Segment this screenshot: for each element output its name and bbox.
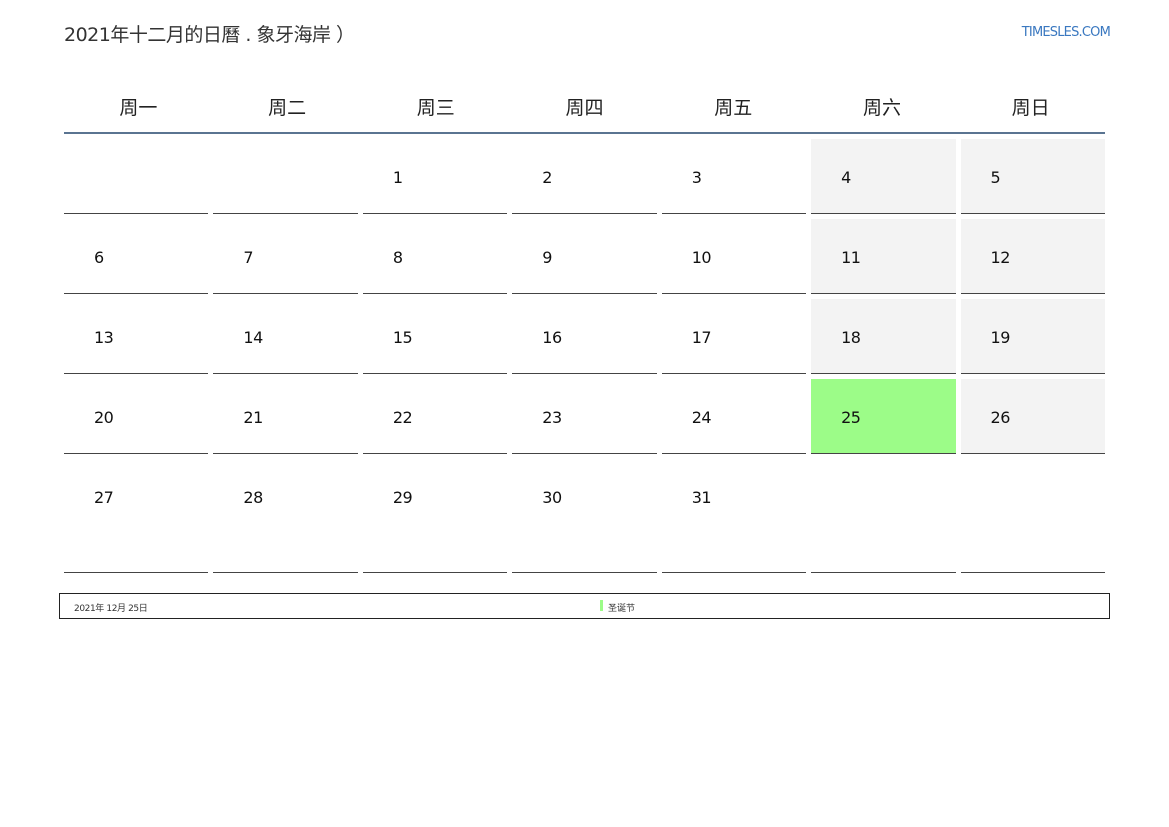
day-number: 29 (392, 488, 413, 507)
day-cell: 8 (362, 219, 508, 294)
day-number: 9 (542, 248, 552, 267)
site-link[interactable]: TIMESLES.COM (1022, 25, 1111, 40)
day-number: 27 (94, 488, 114, 507)
day-cell-weekend: 18 (811, 299, 956, 374)
day-cell: 6 (64, 219, 209, 294)
day-cell: 17 (661, 299, 807, 374)
day-number: 19 (990, 328, 1011, 347)
day-number: 30 (542, 488, 562, 507)
day-cell: 14 (213, 299, 358, 374)
day-number: 10 (691, 248, 712, 267)
day-number: 25 (841, 408, 861, 427)
week-row: 1 2 3 4 5 (64, 139, 1105, 214)
day-cell: 13 (64, 299, 209, 374)
day-cell (213, 139, 358, 214)
weekday-header-fri: 周五 (714, 96, 753, 119)
day-number: 31 (691, 488, 712, 507)
day-number: 26 (990, 408, 1011, 427)
day-cell-weekend: 4 (811, 139, 956, 214)
day-number: 15 (392, 328, 413, 347)
holiday-color-marker (600, 600, 603, 611)
day-number: 6 (94, 248, 104, 267)
day-number: 5 (990, 168, 1001, 187)
day-cell: 3 (661, 139, 807, 214)
day-number: 3 (691, 168, 702, 187)
week-row: 13 14 15 16 17 18 19 (64, 299, 1105, 374)
holiday-date: 2021年 12月 25日 (74, 604, 148, 614)
day-number: 8 (392, 248, 403, 267)
day-number: 23 (542, 408, 562, 427)
calendar-grid: 周一 周二 周三 周四 周五 周六 周日 1 2 3 4 5 6 7 8 9 1… (64, 80, 1105, 573)
day-cell: 27 (64, 459, 209, 573)
day-cell: 30 (512, 459, 657, 573)
week-row: 20 21 22 23 24 25 26 (64, 379, 1105, 454)
day-number: 17 (691, 328, 712, 347)
day-number: 24 (691, 408, 712, 427)
day-cell-weekend: 12 (960, 219, 1105, 294)
week-row: 6 7 8 9 10 11 12 (64, 219, 1105, 294)
day-cell: 1 (362, 139, 508, 214)
day-cell: 9 (512, 219, 657, 294)
day-number: 16 (542, 328, 562, 347)
day-cell-weekend: 11 (811, 219, 956, 294)
weekday-header-mon: 周一 (119, 96, 158, 119)
day-cell-weekend: 5 (960, 139, 1105, 214)
holiday-name: 圣诞节 (608, 604, 636, 614)
day-number: 14 (243, 328, 263, 347)
weekday-header-sat: 周六 (862, 96, 901, 119)
day-number: 13 (94, 328, 114, 347)
day-number: 21 (243, 408, 263, 427)
weekday-header-tue: 周二 (268, 96, 307, 119)
day-cell: 20 (64, 379, 209, 454)
day-cell: 21 (213, 379, 358, 454)
day-cell (811, 459, 956, 573)
day-number: 12 (990, 248, 1011, 267)
day-cell: 23 (512, 379, 657, 454)
page-title: 2021年十二月的日曆 . 象牙海岸 ） (64, 24, 355, 46)
day-cell: 29 (362, 459, 508, 573)
day-number: 2 (542, 168, 552, 187)
day-cell: 24 (661, 379, 807, 454)
day-cell: 31 (661, 459, 807, 573)
day-cell: 7 (213, 219, 358, 294)
day-number: 20 (94, 408, 114, 427)
weekday-header-wed: 周三 (416, 96, 455, 119)
day-cell-holiday: 25 (811, 379, 956, 454)
day-cell: 10 (661, 219, 807, 294)
day-cell: 16 (512, 299, 657, 374)
day-cell: 28 (213, 459, 358, 573)
day-number: 11 (841, 248, 861, 267)
day-cell: 22 (362, 379, 508, 454)
week-row: 27 28 29 30 31 (64, 459, 1105, 573)
weekday-header-sun: 周日 (1011, 96, 1050, 119)
day-cell-weekend: 19 (960, 299, 1105, 374)
day-cell (64, 139, 209, 214)
weekday-header-thu: 周四 (565, 96, 604, 119)
day-cell (960, 459, 1105, 573)
day-number: 28 (243, 488, 263, 507)
day-cell: 2 (512, 139, 657, 214)
day-number: 4 (841, 168, 851, 187)
day-number: 18 (841, 328, 861, 347)
day-number: 7 (243, 248, 254, 267)
day-number: 22 (392, 408, 413, 427)
day-cell-weekend: 26 (960, 379, 1105, 454)
holiday-legend: 2021年 12月 25日 圣诞节 (59, 593, 1110, 619)
weekday-header-row: 周一 周二 周三 周四 周五 周六 周日 (64, 80, 1105, 134)
day-number: 1 (392, 168, 403, 187)
day-cell: 15 (362, 299, 508, 374)
